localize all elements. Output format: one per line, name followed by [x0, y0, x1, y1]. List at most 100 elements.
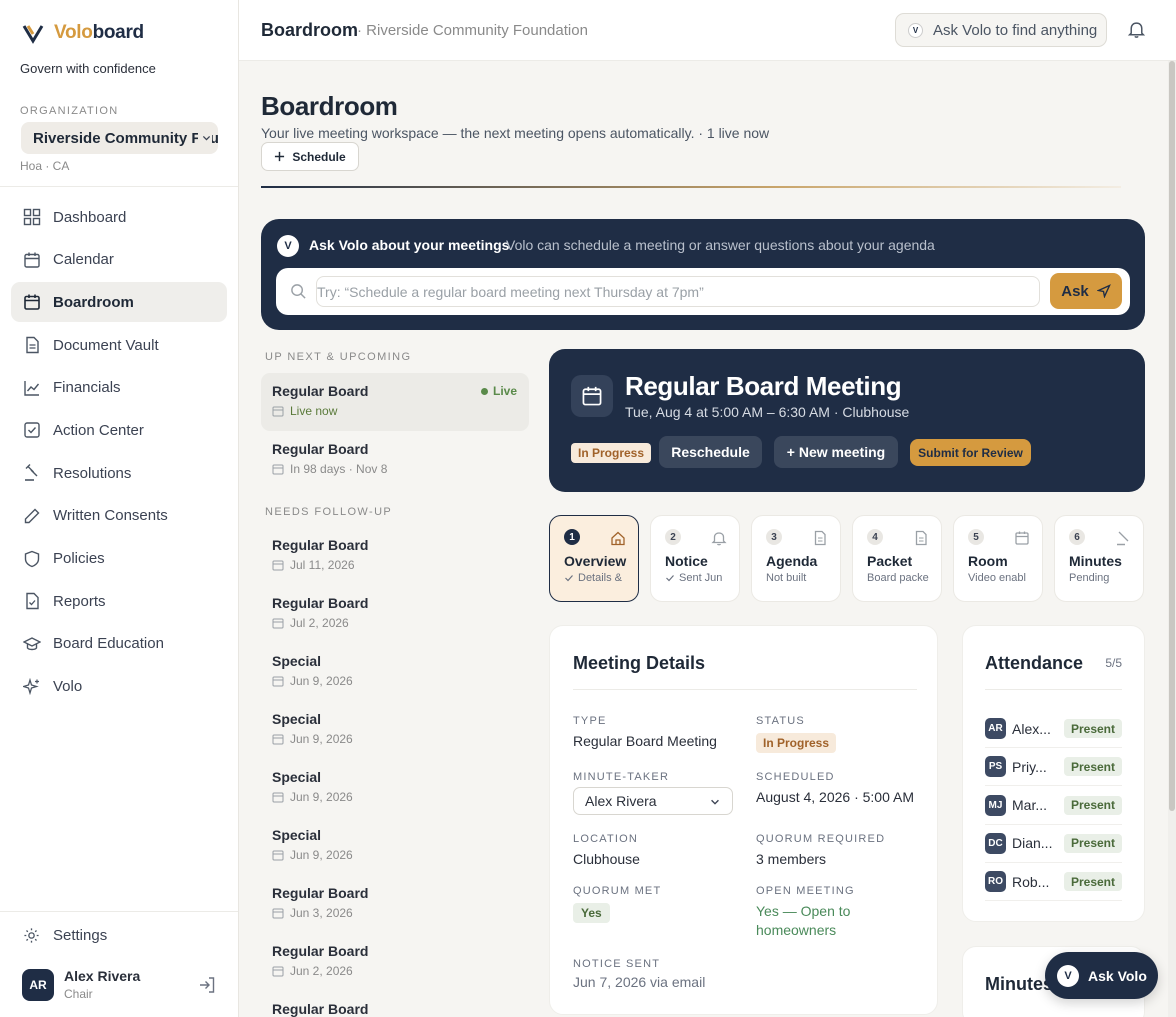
- section-followup: NEEDS FOLLOW-UP: [265, 506, 393, 518]
- reschedule-button[interactable]: Reschedule: [659, 436, 762, 468]
- calendar-icon: [582, 386, 602, 406]
- followup-list: Regular Board Jul 11, 2026 Regular Board Ju…: [261, 527, 529, 1017]
- org-location: Hoa · CA: [20, 159, 70, 173]
- list-item[interactable]: Regular Board: [261, 991, 529, 1017]
- quorum-met-badge: Yes: [573, 903, 610, 923]
- step-status: Details &: [564, 572, 626, 584]
- user-profile[interactable]: AR Alex Rivera Chair: [22, 968, 140, 1001]
- sidebar-item-financials[interactable]: Financials: [11, 368, 227, 408]
- attendance-status-badge[interactable]: Present: [1063, 872, 1122, 892]
- sidebar-item-calendar[interactable]: Calendar: [11, 240, 227, 280]
- notice-sent-value: Jun 7, 2026 via email: [573, 974, 706, 990]
- global-search-input[interactable]: V Ask Volo to find anything: [895, 13, 1107, 47]
- list-item[interactable]: Regular Board Jul 2, 2026: [261, 585, 529, 643]
- send-icon: [1096, 284, 1111, 298]
- list-item[interactable]: Special Jun 9, 2026: [261, 817, 529, 875]
- org-name: Riverside Community Foundation: [33, 129, 218, 147]
- gavel-icon: [25, 464, 38, 481]
- list-item[interactable]: Regular Board Jul 11, 2026: [261, 527, 529, 585]
- sidebar-item-policies[interactable]: Policies: [11, 539, 227, 579]
- attendance-status-badge[interactable]: Present: [1063, 757, 1122, 777]
- list-item[interactable]: Special Jun 9, 2026: [261, 701, 529, 759]
- sidebar-item-boardroom[interactable]: Boardroom: [11, 282, 227, 323]
- file-icon: [915, 530, 927, 546]
- ask-button[interactable]: Ask: [1050, 273, 1122, 309]
- minute-taker-select[interactable]: Alex Rivera: [573, 787, 733, 815]
- sidebar-item-action-center[interactable]: Action Center: [11, 410, 227, 450]
- meeting-date: In 98 days · Nov 8: [272, 462, 518, 476]
- meeting-title: Regular Board: [272, 537, 369, 553]
- step-number: 5: [968, 529, 984, 545]
- step-number: 4: [867, 529, 883, 545]
- submit-review-button[interactable]: Submit for Review: [910, 439, 1031, 466]
- logout-icon[interactable]: [198, 976, 216, 994]
- attendance-status-badge[interactable]: Present: [1063, 833, 1122, 853]
- meeting-date-text: Jun 9, 2026: [290, 790, 353, 804]
- org-selector[interactable]: Riverside Community Foundation: [21, 122, 218, 154]
- boardroom-icon: [24, 294, 40, 311]
- meeting-date: Jul 2, 2026: [272, 616, 518, 630]
- sidebar-item-volo[interactable]: Volo: [11, 667, 227, 707]
- brand-logo[interactable]: Voloboard: [22, 22, 144, 44]
- check-icon: [565, 575, 573, 582]
- ask-box: Try: “Schedule a regular board meeting n…: [276, 268, 1130, 315]
- sidebar-divider: [0, 186, 238, 187]
- step-room[interactable]: 5 Room Video enabl: [953, 515, 1043, 602]
- avatar: AR: [22, 968, 54, 1001]
- attendee-avatar: DC: [985, 832, 1006, 854]
- step-notice[interactable]: 2 Notice Sent Jun: [650, 515, 740, 602]
- step-agenda[interactable]: 3 Agenda Not built: [751, 515, 841, 602]
- sidebar-item-label: Reports: [53, 592, 106, 610]
- sidebar-item-document-vault[interactable]: Document Vault: [11, 325, 227, 365]
- header-divider: [261, 186, 1121, 188]
- attendance-status-badge[interactable]: Present: [1063, 795, 1122, 815]
- attendee-row[interactable]: PS Priy... Present: [985, 748, 1122, 787]
- attendee-row[interactable]: AR Alex... Present: [985, 710, 1122, 748]
- new-meeting-button[interactable]: + New meeting: [774, 436, 898, 468]
- section-upcoming: UP NEXT & UPCOMING: [265, 351, 412, 363]
- scrollbar[interactable]: [1168, 61, 1176, 1017]
- list-item[interactable]: Regular Board In 98 days · Nov 8: [261, 431, 529, 489]
- attendee-row[interactable]: RO Rob... Present: [985, 863, 1122, 902]
- attendee-name: Alex...: [1012, 720, 1051, 737]
- step-status-text: Details &: [578, 572, 623, 584]
- bell-icon[interactable]: [1127, 20, 1146, 39]
- sidebar-item-reports[interactable]: Reports: [11, 581, 227, 621]
- open-meeting-label: OPEN MEETING: [756, 885, 855, 897]
- card-divider: [573, 689, 917, 690]
- sidebar-item-label: Calendar: [53, 251, 114, 269]
- step-overview[interactable]: 1 Overview Details &: [549, 515, 639, 602]
- list-item[interactable]: Special Jun 9, 2026: [261, 643, 529, 701]
- attendee-row[interactable]: MJ Mar... Present: [985, 787, 1122, 825]
- step-minutes[interactable]: 6 Minutes Pending: [1054, 515, 1144, 602]
- sparkle-icon: [23, 677, 39, 695]
- logo-mark-icon: [22, 25, 44, 44]
- user-name: Alex Rivera: [64, 968, 141, 984]
- sidebar-item-written-consents[interactable]: Written Consents: [11, 496, 227, 536]
- calendar-icon: [272, 734, 284, 745]
- type-value: Regular Board Meeting: [573, 733, 717, 749]
- list-item[interactable]: Special Jun 9, 2026: [261, 759, 529, 817]
- attendance-status-badge[interactable]: Present: [1063, 719, 1122, 738]
- sidebar-item-resolutions[interactable]: Resolutions: [11, 453, 227, 493]
- dashboard-icon: [23, 208, 41, 226]
- sidebar-item-dashboard[interactable]: Dashboard: [11, 197, 227, 237]
- scheduled-label: SCHEDULED: [756, 771, 835, 783]
- ask-input[interactable]: Try: “Schedule a regular board meeting n…: [316, 276, 1040, 307]
- settings-link[interactable]: Settings: [23, 927, 107, 944]
- list-item[interactable]: Regular Board Jun 3, 2026: [261, 875, 529, 933]
- scrollbar-thumb[interactable]: [1169, 61, 1175, 811]
- bell-icon: [711, 532, 727, 546]
- attendee-row[interactable]: DC Dian... Present: [985, 825, 1122, 863]
- ask-volo-fab[interactable]: V Ask Volo: [1045, 952, 1158, 999]
- meeting-date-text: In 98 days · Nov 8: [290, 462, 388, 476]
- list-item[interactable]: Regular Board Live now Live: [261, 373, 529, 431]
- brand-tagline: Govern with confidence: [20, 61, 156, 76]
- sidebar-item-board-education[interactable]: Board Education: [11, 624, 227, 664]
- schedule-button[interactable]: Schedule: [261, 142, 359, 171]
- status-label: STATUS: [756, 715, 805, 727]
- document-icon: [26, 336, 39, 354]
- step-packet[interactable]: 4 Packet Board packe: [852, 515, 942, 602]
- list-item[interactable]: Regular Board Jun 2, 2026: [261, 933, 529, 991]
- step-status: Pending: [1069, 572, 1131, 584]
